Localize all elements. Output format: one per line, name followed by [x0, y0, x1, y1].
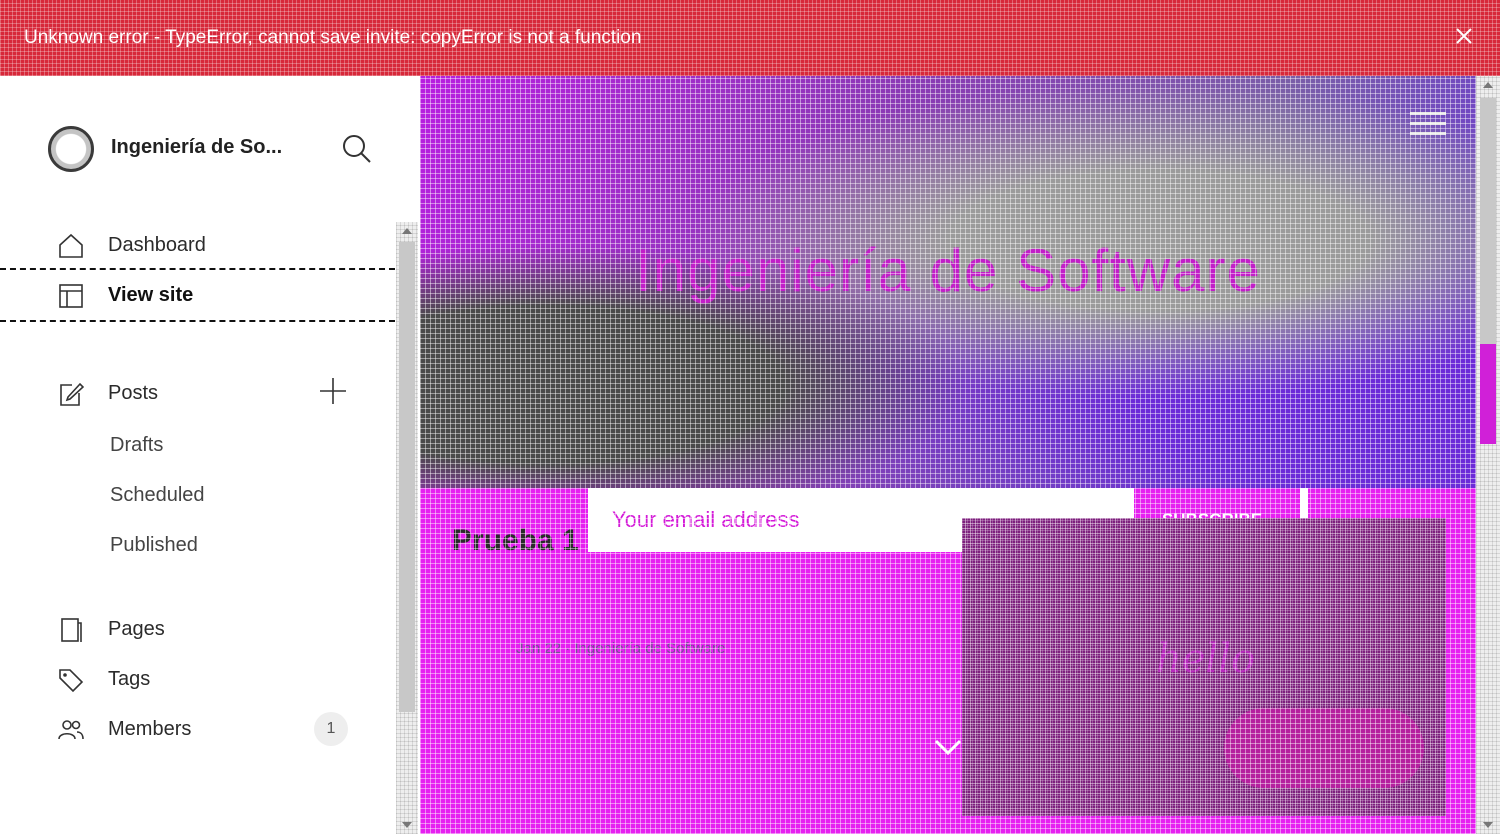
sidebar-scrollbar[interactable]: [396, 222, 418, 834]
post-title[interactable]: Prueba 1: [452, 524, 579, 558]
nav-pages[interactable]: Pages: [0, 604, 395, 654]
search-icon[interactable]: [340, 132, 374, 166]
site-logo[interactable]: [48, 126, 94, 172]
plus-icon[interactable]: [318, 376, 348, 406]
popup-widget[interactable]: hello: [962, 518, 1446, 816]
error-notification: Unknown error - TypeError, cannot save i…: [0, 0, 1500, 76]
hero-title: Ingeniería de Software: [635, 237, 1261, 304]
nav-pages-label: Pages: [108, 618, 165, 640]
chevron-down-icon[interactable]: [934, 738, 962, 756]
nav-dashboard-label: Dashboard: [108, 234, 206, 256]
nav-members-label: Members: [108, 718, 192, 740]
popup-hello-text: hello: [1156, 636, 1256, 682]
nav-tags-label: Tags: [108, 668, 151, 690]
scroll-up-arrow[interactable]: [1483, 82, 1493, 88]
layout-icon: [58, 283, 84, 309]
members-icon: [58, 717, 84, 743]
close-icon[interactable]: [1452, 24, 1476, 48]
scroll-down-arrow[interactable]: [402, 822, 412, 828]
nav-view-site[interactable]: View site: [0, 268, 395, 322]
edit-icon: [58, 381, 85, 407]
scroll-up-arrow[interactable]: [402, 228, 412, 234]
nav-posts-label: Posts: [108, 382, 159, 404]
scrollbar-highlight: [1480, 344, 1496, 444]
menu-icon[interactable]: [1410, 112, 1446, 136]
nav-dashboard[interactable]: Dashboard: [0, 220, 395, 270]
nav-drafts[interactable]: Drafts: [110, 434, 163, 457]
tag-icon: [58, 667, 84, 693]
nav-scheduled[interactable]: Scheduled: [110, 484, 205, 507]
scroll-down-arrow[interactable]: [1483, 822, 1493, 828]
site-preview: Ingeniería de Software Prueba 1 Jan 22 ·…: [420, 76, 1476, 834]
nav-tags[interactable]: Tags: [0, 654, 395, 704]
preview-scrollbar[interactable]: [1476, 76, 1500, 834]
error-message: Unknown error - TypeError, cannot save i…: [24, 27, 642, 48]
popup-button[interactable]: [1224, 708, 1424, 788]
hero-banner: Ingeniería de Software: [420, 76, 1476, 488]
nav-view-site-label: View site: [108, 284, 194, 306]
divider: [1300, 488, 1308, 518]
scrollbar-thumb[interactable]: [399, 242, 415, 712]
site-title[interactable]: Ingeniería de So...: [111, 136, 321, 159]
members-count-badge: 1: [314, 712, 348, 746]
pages-icon: [58, 617, 84, 643]
sidebar: Ingeniería de So... Dashboard View site …: [0, 76, 420, 834]
nav-published[interactable]: Published: [110, 534, 198, 557]
site-header: Ingeniería de So...: [48, 126, 388, 174]
home-icon: [58, 233, 84, 259]
post-meta: Jan 22 · Ingeniería de Software: [516, 640, 726, 657]
scrollbar-thumb[interactable]: [1480, 98, 1496, 348]
